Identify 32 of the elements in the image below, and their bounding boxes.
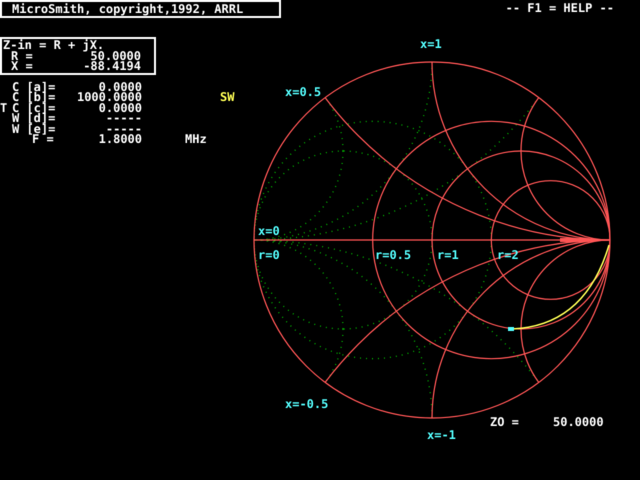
frequency-value: 1.8000 [98,134,142,144]
chart-label: x=0.5 [285,85,322,99]
chart-label: x=-0.5 [285,397,328,411]
chart-label: x=1 [420,37,442,51]
chart-label: r=0 [258,248,280,262]
param-value: 0.0000 [98,102,142,113]
impedance-label: X = [10,61,34,72]
impedance-value: 50.0000 [90,50,141,61]
status-label: SW [220,92,234,102]
app-title: MicroSmith, copyright,1992, ARRL [0,0,281,18]
chart-label: r=1 [437,248,459,262]
param-value: 1000.0000 [76,92,142,102]
param-label: C [a]= [11,82,56,92]
impedance-value: -88.4194 [82,61,141,72]
param-label: C [b]= [11,92,56,102]
help-hint: -- F1 = HELP -- [506,3,614,14]
chart-label: r=0.5 [375,248,412,262]
param-value: 0.0000 [98,82,142,92]
chart-label: x=-1 [427,428,456,442]
param-value: ----- [106,124,142,134]
z0-value: 50.0000 [553,417,604,428]
tune-marker: T [0,102,8,113]
impedance-heading: Z-in = R + jX. [3,40,104,50]
impedance-label: R = [11,50,34,61]
z0-label: ZO = [490,417,520,428]
param-label: W [d]= [11,113,56,124]
param-value: ----- [106,113,142,124]
param-label: W [e]= [11,124,56,134]
param-label: C [c]= [11,102,56,113]
chart-label: x=0 [258,224,280,238]
frequency-unit: MHz [185,134,207,144]
frequency-label: F = [32,134,54,144]
